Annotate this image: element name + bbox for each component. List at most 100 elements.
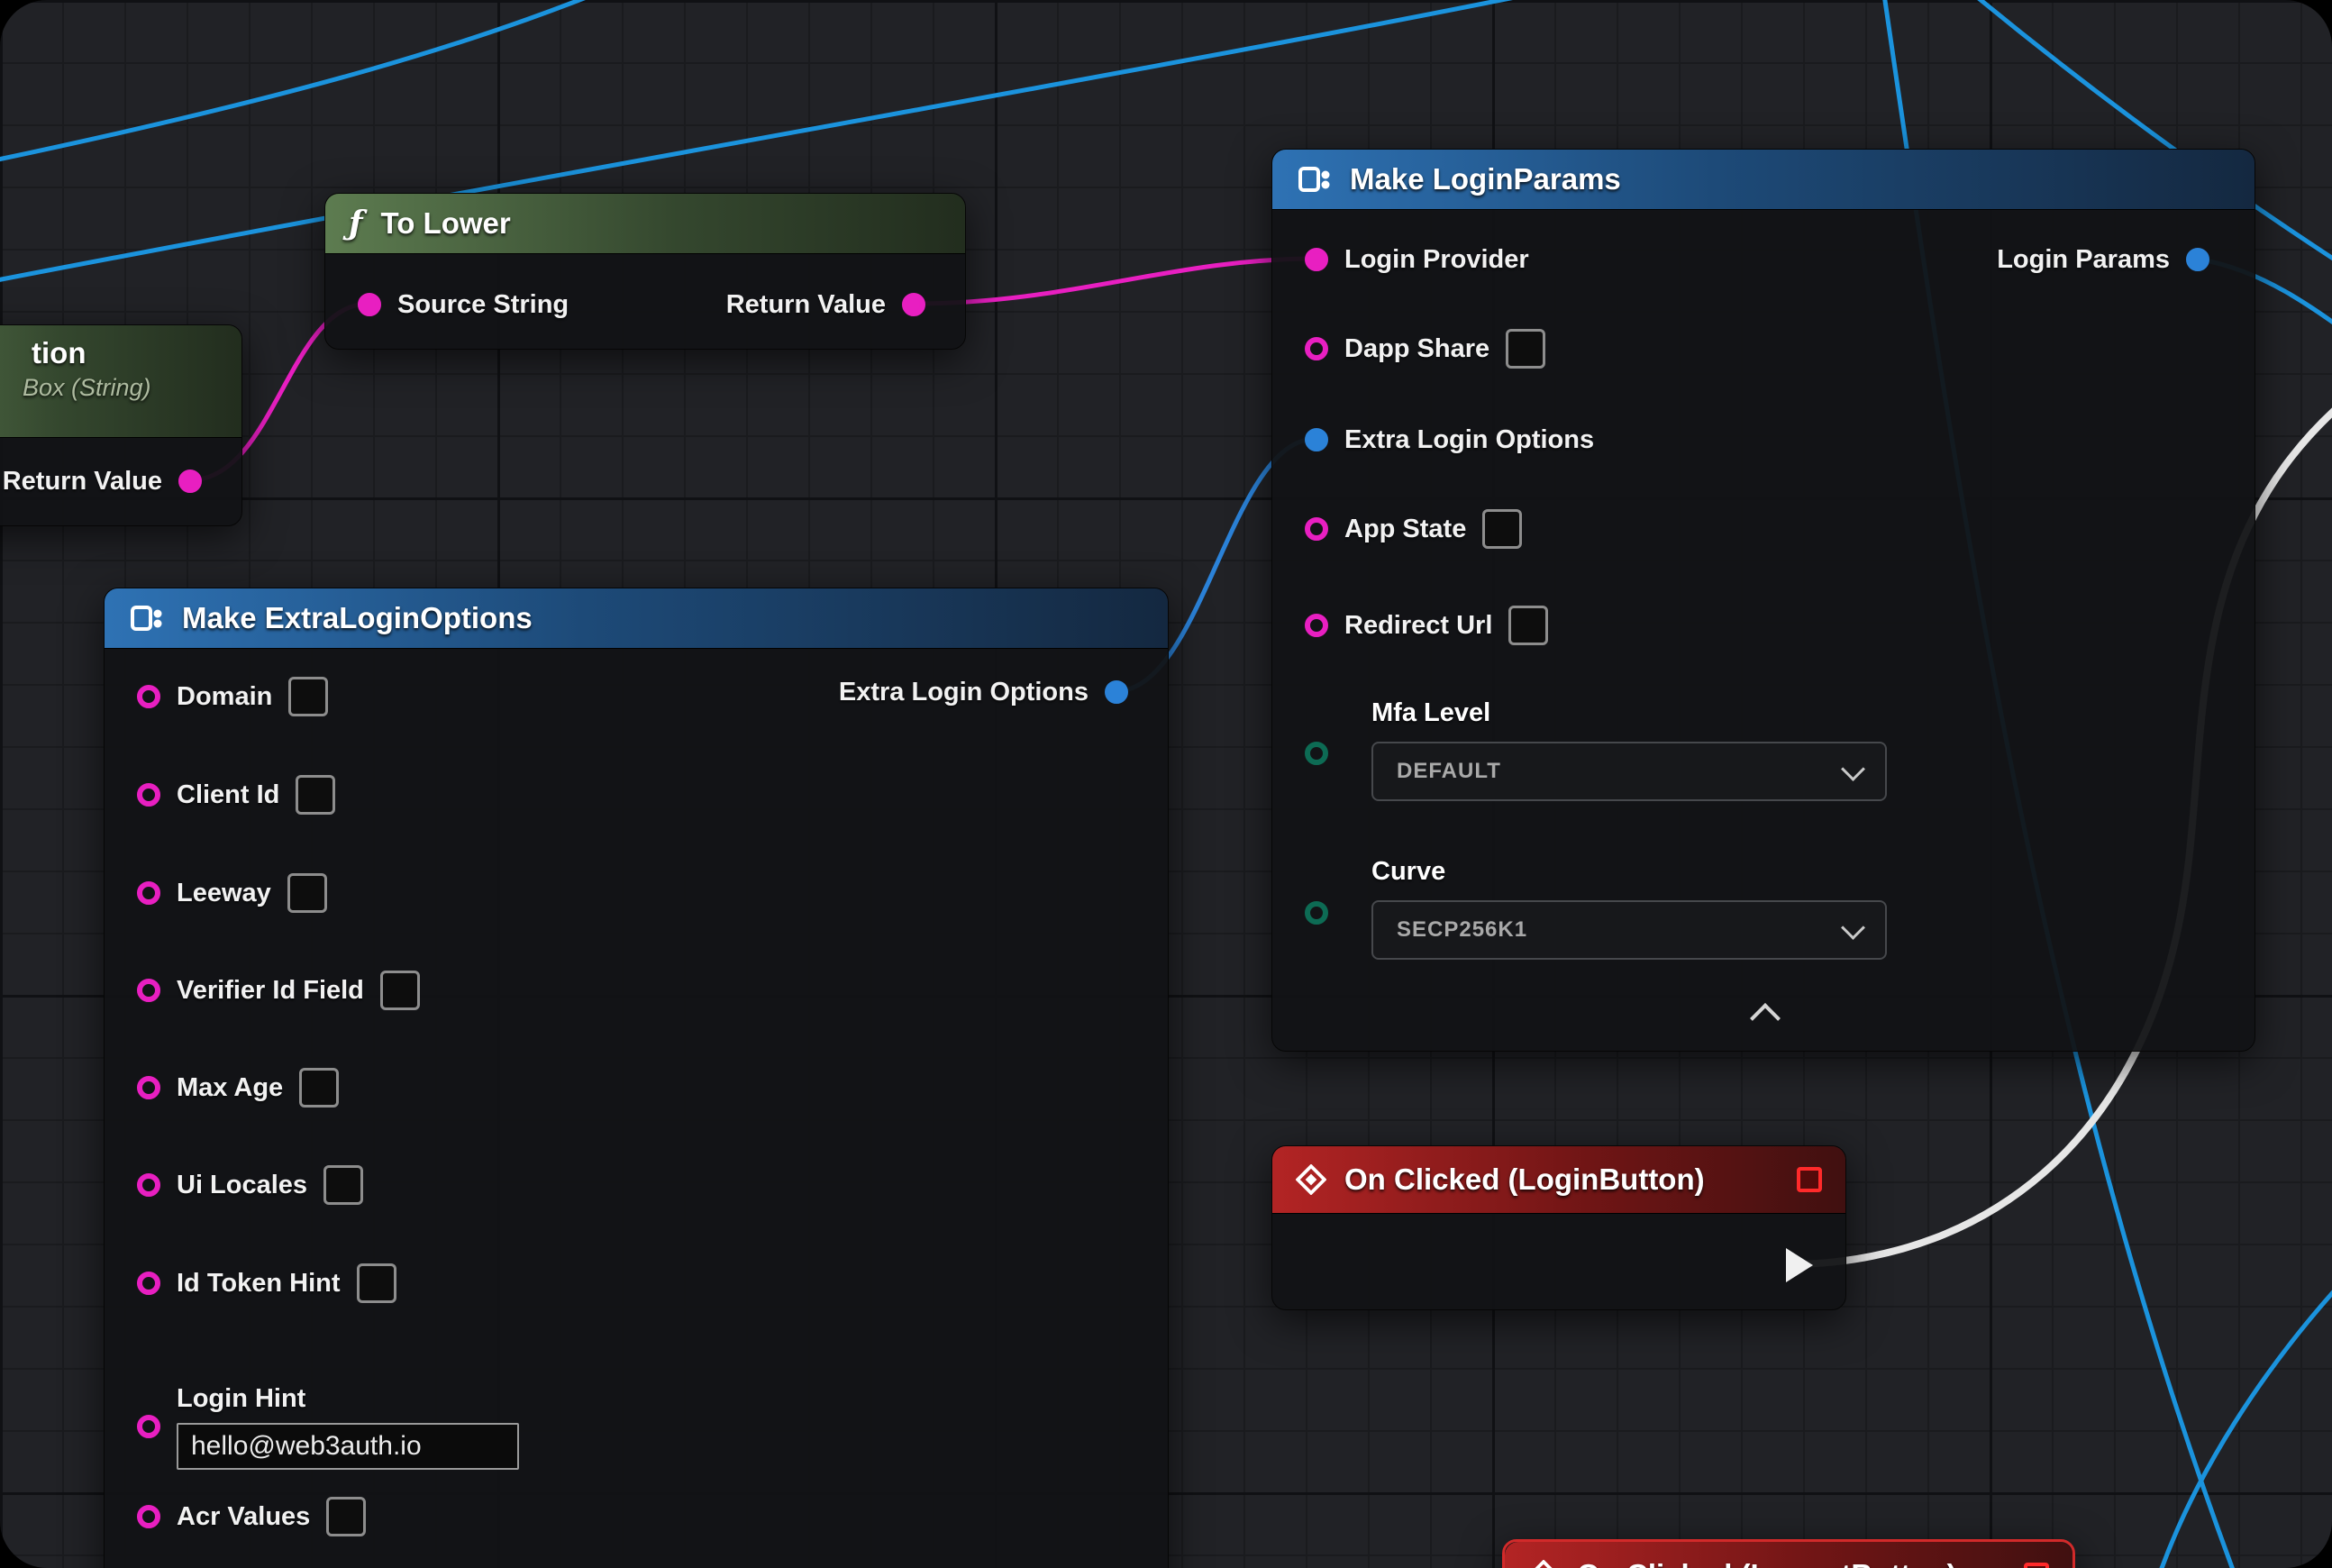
leeway-input-pin[interactable] <box>137 881 160 905</box>
chevron-down-icon <box>1841 916 1865 940</box>
node-title: tion <box>32 336 86 370</box>
pin-row-client-id: Client Id <box>137 770 335 820</box>
pin-label: Domain <box>177 682 272 712</box>
pin-label: Source String <box>397 290 569 320</box>
pin-label: Redirect Url <box>1344 611 1492 641</box>
curve-enum-pin[interactable] <box>1305 901 1328 925</box>
pin-row-redirect-url: Redirect Url <box>1305 600 1548 651</box>
pin-label: Leeway <box>177 879 271 908</box>
pin-label: Id Token Hint <box>177 1269 341 1299</box>
redirect-url-checkbox[interactable] <box>1508 606 1548 645</box>
node-left-partial[interactable]: tion Box (String) Return Value <box>0 324 242 526</box>
pin-row-max-age: Max Age <box>137 1062 339 1113</box>
pin-row-login-provider: Login Provider <box>1305 234 1529 285</box>
pin-row-source-string: Source String <box>358 279 569 330</box>
pin-row-return-value: Return Value <box>3 456 202 506</box>
chevron-down-icon <box>1841 757 1865 781</box>
dapp-share-checkbox[interactable] <box>1506 329 1545 369</box>
mfa-level-dropdown[interactable]: DEFAULT <box>1371 742 1887 801</box>
source-string-input-pin[interactable] <box>358 293 381 316</box>
node-title: Make ExtraLoginOptions <box>182 601 533 635</box>
blueprint-editor-window: tion Box (String) Return Value ƒ To Lowe… <box>0 0 2332 1568</box>
pin-label: Return Value <box>3 467 162 497</box>
pin-label: App State <box>1344 515 1466 544</box>
domain-input-pin[interactable] <box>137 685 160 708</box>
dapp-share-input-pin[interactable] <box>1305 337 1328 360</box>
pin-row-login-hint: Login Hint <box>137 1377 519 1476</box>
pin-row-id-token-hint: Id Token Hint <box>137 1258 396 1308</box>
make-struct-icon <box>1296 165 1332 194</box>
pin-row-leeway: Leeway <box>137 868 327 918</box>
login-params-output-pin[interactable] <box>2186 248 2209 271</box>
mfa-level-value: DEFAULT <box>1397 759 1501 784</box>
delegate-pin[interactable] <box>1797 1167 1822 1192</box>
graph-canvas[interactable]: tion Box (String) Return Value ƒ To Lowe… <box>0 0 2332 1568</box>
pin-row-verifier-id-field: Verifier Id Field <box>137 965 420 1016</box>
acr-values-checkbox[interactable] <box>326 1497 366 1536</box>
node-title: On Clicked (LogoutButton) <box>1577 1558 1957 1568</box>
extra-login-options-output-pin[interactable] <box>1105 680 1128 704</box>
node-subtitle: Box (String) <box>23 374 151 402</box>
login-provider-input-pin[interactable] <box>1305 248 1328 271</box>
node-on-clicked-loginbutton[interactable]: On Clicked (LoginButton) <box>1271 1145 1846 1310</box>
login-hint-input-pin[interactable] <box>137 1415 160 1438</box>
delegate-pin[interactable] <box>2024 1563 2049 1568</box>
node-make-loginparams[interactable]: Make LoginParams Login Params Login Prov… <box>1271 149 2255 1052</box>
pin-label: Extra Login Options <box>1344 425 1594 455</box>
return-value-output-pin[interactable] <box>178 469 202 493</box>
pin-label: Login Params <box>1997 245 2170 275</box>
pin-row-ui-locales: Ui Locales <box>137 1160 363 1210</box>
exec-output-pin[interactable] <box>1786 1248 1813 1282</box>
node-on-clicked-logoutbutton[interactable]: On Clicked (LogoutButton) <box>1502 1539 2075 1568</box>
mfa-level-enum-pin[interactable] <box>1305 742 1328 765</box>
pin-label: Dapp Share <box>1344 334 1489 364</box>
domain-checkbox[interactable] <box>288 677 328 716</box>
max-age-checkbox[interactable] <box>299 1068 339 1108</box>
event-diamond-icon <box>1528 1560 1559 1568</box>
id-token-hint-checkbox[interactable] <box>357 1263 396 1303</box>
pin-row-dapp-share: Dapp Share <box>1305 324 1545 374</box>
node-make-extraloginoptions[interactable]: Make ExtraLoginOptions Extra Login Optio… <box>104 588 1169 1568</box>
acr-values-input-pin[interactable] <box>137 1505 160 1528</box>
node-title: On Clicked (LoginButton) <box>1344 1162 1705 1197</box>
curve-dropdown[interactable]: SECP256K1 <box>1371 900 1887 960</box>
collapse-chevron-icon[interactable] <box>1750 1003 1781 1034</box>
node-to-lower[interactable]: ƒ To Lower Source String Return Value <box>324 193 966 350</box>
client-id-input-pin[interactable] <box>137 783 160 807</box>
event-diamond-icon <box>1296 1164 1326 1195</box>
curve-label: Curve <box>1371 857 1445 887</box>
make-struct-icon <box>128 604 164 633</box>
login-hint-field[interactable] <box>177 1423 519 1470</box>
wire-tolower-to-loginprovider[interactable] <box>913 259 1316 304</box>
pin-row-extra-login-options-in: Extra Login Options <box>1305 415 1594 465</box>
wire-blue-bg-1[interactable] <box>0 0 667 167</box>
redirect-url-input-pin[interactable] <box>1305 614 1328 637</box>
pin-label: Acr Values <box>177 1502 310 1532</box>
ui-locales-checkbox[interactable] <box>323 1165 363 1205</box>
app-state-checkbox[interactable] <box>1482 509 1522 549</box>
mfa-level-label: Mfa Level <box>1371 698 1490 728</box>
pin-label: Return Value <box>726 290 886 320</box>
node-title: Make LoginParams <box>1350 162 1621 196</box>
leeway-checkbox[interactable] <box>287 873 327 913</box>
pin-row-extra-login-options-out: Extra Login Options <box>839 667 1128 717</box>
app-state-input-pin[interactable] <box>1305 517 1328 541</box>
wire-blue-bg-4[interactable] <box>2145 1244 2332 1568</box>
pin-label: Extra Login Options <box>839 678 1089 707</box>
client-id-checkbox[interactable] <box>296 775 335 815</box>
extra-login-options-input-pin[interactable] <box>1305 428 1328 451</box>
ui-locales-input-pin[interactable] <box>137 1173 160 1197</box>
pin-row-login-params-out: Login Params <box>1997 234 2209 285</box>
verifier-id-field-checkbox[interactable] <box>380 971 420 1010</box>
pin-label: Max Age <box>177 1073 283 1103</box>
function-icon: ƒ <box>349 205 363 242</box>
pin-label: Login Provider <box>1344 245 1529 275</box>
id-token-hint-input-pin[interactable] <box>137 1272 160 1295</box>
pin-label: Client Id <box>177 780 279 810</box>
node-title: To Lower <box>381 206 511 241</box>
curve-value: SECP256K1 <box>1397 917 1527 943</box>
verifier-id-field-input-pin[interactable] <box>137 979 160 1002</box>
pin-row-acr-values: Acr Values <box>137 1491 366 1542</box>
max-age-input-pin[interactable] <box>137 1076 160 1099</box>
return-value-output-pin[interactable] <box>902 293 925 316</box>
